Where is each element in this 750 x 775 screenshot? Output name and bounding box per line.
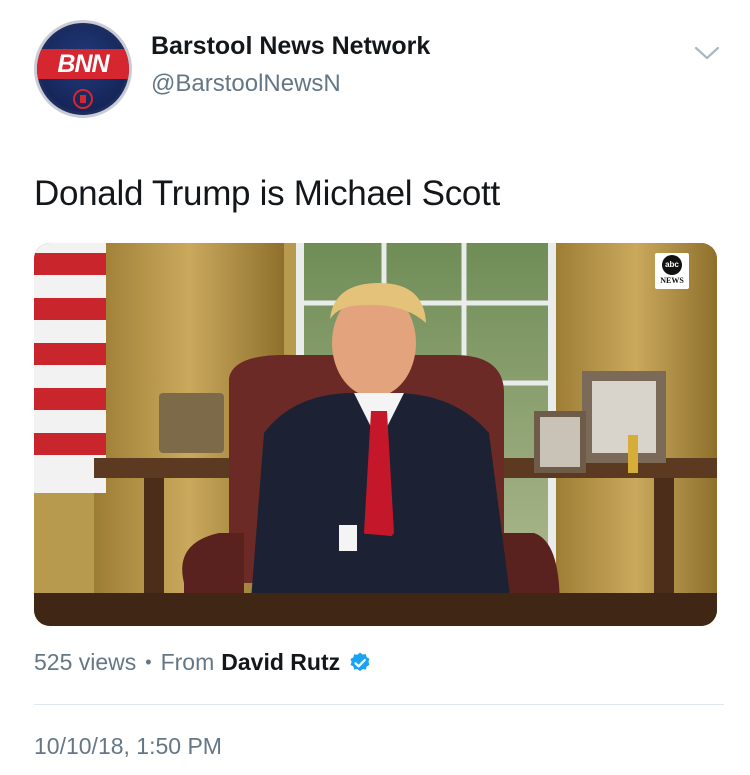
watermark-news-text: NEWS xyxy=(660,276,684,285)
separator-dot: • xyxy=(145,652,152,672)
tweet-timestamp[interactable]: 10/10/18, 1:50 PM xyxy=(34,733,222,760)
view-count: 525 views xyxy=(34,649,137,675)
from-label: From xyxy=(160,649,215,675)
flag-image xyxy=(34,243,106,493)
video-meta-row: 525 views • From David Rutz xyxy=(34,649,372,676)
video-frame xyxy=(34,243,717,626)
chevron-down-icon[interactable] xyxy=(694,44,720,62)
avatar-logo-text: BNN xyxy=(57,50,109,78)
avatar-seal-icon xyxy=(73,89,93,109)
verified-badge-icon xyxy=(350,652,370,671)
tweet-header: BNN Barstool News Network @BarstoolNewsN xyxy=(34,20,724,120)
source-author-link[interactable]: David Rutz xyxy=(221,649,340,676)
abc-news-watermark: abc NEWS xyxy=(655,253,689,289)
tweet-text: Donald Trump is Michael Scott xyxy=(34,174,500,213)
display-name[interactable]: Barstool News Network xyxy=(151,32,430,61)
avatar[interactable]: BNN xyxy=(34,20,132,118)
video-player[interactable]: abc NEWS xyxy=(34,243,717,626)
abc-logo-icon: abc xyxy=(662,255,682,275)
divider xyxy=(34,704,724,705)
user-handle[interactable]: @BarstoolNewsN xyxy=(151,70,341,98)
